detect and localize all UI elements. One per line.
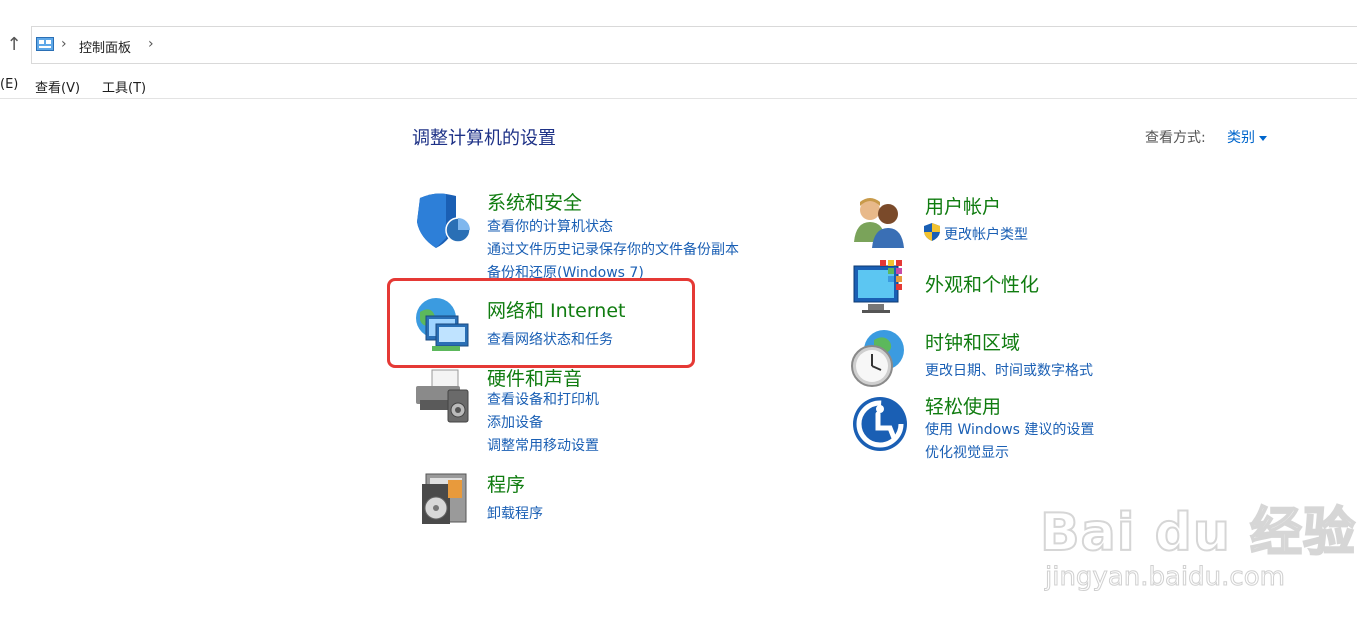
- address-bar[interactable]: › 控制面板 ›: [31, 26, 1357, 64]
- link-view-computer-status[interactable]: 查看你的计算机状态: [487, 216, 613, 236]
- category-title[interactable]: 硬件和声音: [487, 364, 582, 391]
- menu-tools[interactable]: 工具(T): [102, 77, 146, 96]
- link-uninstall-program[interactable]: 卸载程序: [487, 503, 543, 523]
- link-mobility-settings[interactable]: 调整常用移动设置: [487, 435, 599, 455]
- category-title[interactable]: 系统和安全: [487, 188, 582, 215]
- breadcrumb[interactable]: 控制面板: [79, 37, 131, 56]
- view-by-label: 查看方式:: [1145, 130, 1206, 146]
- appearance-icon: [853, 260, 902, 313]
- link-file-history-backup[interactable]: 通过文件历史记录保存你的文件备份副本: [487, 239, 739, 259]
- baidu-watermark-url: jingyan.baidu.com: [1045, 562, 1286, 593]
- caret-down-icon: [1259, 135, 1267, 141]
- menu-edit[interactable]: (E): [0, 77, 18, 92]
- programs-icon: [422, 473, 467, 524]
- category-title[interactable]: 程序: [487, 470, 525, 497]
- up-arrow-icon[interactable]: ↑: [4, 34, 24, 56]
- chevron-right-icon[interactable]: ›: [61, 36, 67, 52]
- menu-bar: (E) 查看(V) 工具(T): [0, 72, 1357, 99]
- page-title: 调整计算机的设置: [412, 128, 556, 149]
- menu-view[interactable]: 查看(V): [35, 77, 80, 96]
- category-title[interactable]: 轻松使用: [925, 392, 1001, 419]
- category-title[interactable]: 时钟和区域: [925, 328, 1020, 355]
- link-recommended-settings[interactable]: 使用 Windows 建议的设置: [925, 419, 1094, 439]
- baidu-watermark-logo: Bai du 经验: [1039, 502, 1356, 564]
- shield-icon: [417, 193, 471, 248]
- category-title[interactable]: 外观和个性化: [925, 270, 1039, 297]
- clock-globe-icon: [851, 330, 904, 387]
- highlight-annotation: [387, 278, 695, 368]
- view-by-value: 类别: [1227, 130, 1255, 146]
- chevron-right-icon[interactable]: ›: [148, 36, 154, 52]
- link-add-device[interactable]: 添加设备: [487, 412, 543, 432]
- control-panel-icon: [36, 37, 54, 51]
- printer-icon: [416, 369, 469, 423]
- view-by-dropdown[interactable]: 类别: [1227, 127, 1267, 147]
- category-title[interactable]: 用户帐户: [925, 192, 1001, 219]
- link-optimize-visual-display[interactable]: 优化视觉显示: [925, 442, 1009, 462]
- ease-of-access-icon: [853, 397, 907, 451]
- uac-shield-icon: [924, 223, 940, 241]
- link-devices-printers[interactable]: 查看设备和打印机: [487, 389, 599, 409]
- link-change-account-type[interactable]: 更改帐户类型: [944, 224, 1028, 244]
- link-date-time-format[interactable]: 更改日期、时间或数字格式: [925, 360, 1093, 380]
- users-icon: [854, 198, 904, 248]
